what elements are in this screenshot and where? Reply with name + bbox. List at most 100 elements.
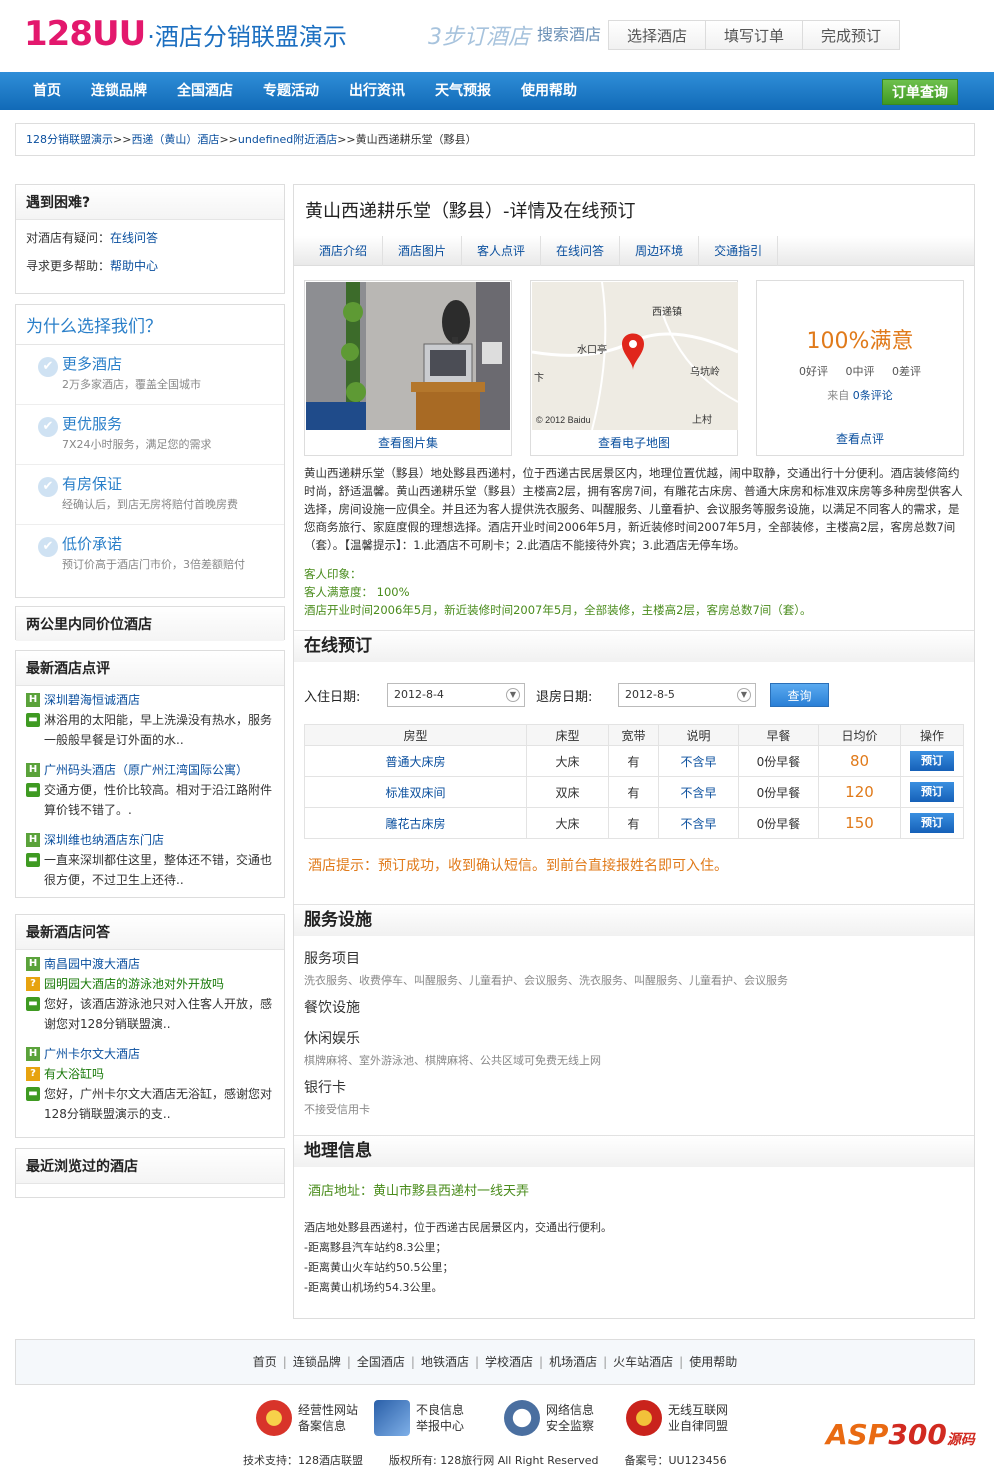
geo-line: -距离黄山机场约54.3公里。: [304, 1281, 443, 1294]
qa-hotel-link[interactable]: 广州卡尔文大酒店: [44, 1047, 140, 1061]
tab-intro[interactable]: 酒店介绍: [304, 236, 384, 266]
site-logo[interactable]: 128UU ·酒店分销联盟演示: [24, 14, 347, 54]
tab-surroundings[interactable]: 周边环境: [620, 236, 700, 266]
qa-hotel[interactable]: H 广州卡尔文大酒店: [16, 1044, 284, 1064]
why-item-title: 有房保证: [62, 475, 123, 493]
check-icon: ✔: [38, 417, 58, 437]
review-text: 一般般早餐是订外面的水..: [44, 733, 184, 747]
tab-transport[interactable]: 交通指引: [699, 236, 779, 266]
qa-box: 最新酒店问答 H 南昌园中渡大酒店 ? 园明园大酒店的游泳池对外开放吗 ▬ 您好，该酒…: [15, 914, 285, 1138]
faq-link[interactable]: 在线问答: [110, 231, 158, 245]
book-button[interactable]: 预订: [910, 813, 954, 833]
badge-report[interactable]: 不良信息 举报中心: [374, 1396, 464, 1440]
watermark-text: ASP: [826, 1418, 889, 1451]
badge-text: 无线互联网: [668, 1403, 729, 1417]
nav-weather[interactable]: 天气预报: [435, 72, 491, 110]
hotel-photo[interactable]: [306, 282, 510, 430]
breadcrumb-link-home[interactable]: 128分销联盟演示: [26, 133, 113, 146]
tab-qa[interactable]: 在线问答: [541, 236, 621, 266]
impression-label: 客人印象：: [304, 567, 362, 581]
qa-hotel-link[interactable]: 南昌园中渡大酒店: [44, 957, 140, 971]
badge-icp[interactable]: 经营性网站 备案信息: [256, 1396, 358, 1440]
from-label: 来自: [827, 389, 850, 402]
footer-link[interactable]: 机场酒店: [549, 1355, 597, 1369]
qa-answer-text: 您好，广州卡尔文大酒店无浴缸，感谢您对: [44, 1087, 273, 1101]
review-hotel[interactable]: H 深圳维也纳酒店东门店: [16, 830, 284, 850]
qa-hotel[interactable]: H 南昌园中渡大酒店: [16, 954, 284, 974]
check-icon: ✔: [38, 357, 58, 377]
review-hotel-link[interactable]: 广州码头酒店（原广州江湾国际公寓）: [44, 763, 248, 777]
main-nav: 首页 连锁品牌 全国酒店 专题活动 出行资讯 天气预报 使用帮助: [0, 72, 994, 110]
booking-tip: 酒店提示：预订成功，收到确认短信。到前台直接报姓名即可入住。: [308, 858, 728, 874]
nav-brands[interactable]: 连锁品牌: [91, 72, 147, 110]
qa-question[interactable]: ? 有大浴缸吗: [16, 1064, 284, 1084]
review-count-link[interactable]: 0条评论: [853, 389, 893, 402]
nav-help[interactable]: 使用帮助: [521, 72, 577, 110]
order-query-button[interactable]: 订单查询: [882, 79, 958, 105]
view-reviews-link[interactable]: 查看点评: [757, 430, 963, 447]
room-note-link[interactable]: 不含早: [680, 817, 716, 831]
copyright-line: 技术支持：128酒店联盟 版权所有: 128旅行网 All Right Reser…: [243, 1452, 753, 1468]
help-label: 对酒店有疑问：: [26, 231, 111, 245]
footer-link[interactable]: 连锁品牌: [293, 1355, 341, 1369]
photo-gallery-link[interactable]: 查看图片集: [305, 434, 511, 451]
why-title: 为什么选择我们？: [16, 305, 284, 345]
map-label: 西递镇: [652, 305, 682, 318]
help-center-link[interactable]: 帮助中心: [110, 259, 158, 273]
map-thumbnail[interactable]: 西递镇 水口亭 乌坑岭 上村 © 2012 Baidu 卞: [532, 282, 738, 430]
chevron-down-icon[interactable]: ▼: [506, 688, 520, 702]
comment-icon: ▬: [26, 783, 40, 797]
breadcrumb-link-nearby[interactable]: undefined附近酒店: [238, 133, 337, 146]
review-text: 很方便，不过卫生上还待..: [44, 873, 184, 887]
qa-question[interactable]: ? 园明园大酒店的游泳池对外开放吗: [16, 974, 284, 994]
review-hotel[interactable]: H 深圳碧海恒诚酒店: [16, 690, 284, 710]
bed-type: 大床: [526, 807, 609, 839]
security-badge-icon: [504, 1400, 540, 1436]
review-comment: ▬ 淋浴用的太阳能，早上洗澡没有热水，服务 一般般早餐是订外面的水..: [16, 710, 284, 750]
room-note-link[interactable]: 不含早: [680, 786, 716, 800]
nav-home[interactable]: 首页: [33, 72, 61, 110]
review-hotel-link[interactable]: 深圳维也纳酒店东门店: [44, 833, 164, 847]
checkout-date-input[interactable]: 2012-8-5 ▼: [618, 683, 756, 707]
room-note-link[interactable]: 不含早: [680, 755, 716, 769]
room-type-link[interactable]: 雕花古床房: [385, 817, 445, 831]
badge-security[interactable]: 网络信息 安全监察: [504, 1396, 594, 1440]
nav-hotels[interactable]: 全国酒店: [177, 72, 233, 110]
badge-text: 安全监察: [546, 1419, 595, 1433]
service-value: 不接受信用卡: [304, 1103, 370, 1116]
footer-link[interactable]: 全国酒店: [357, 1355, 405, 1369]
chevron-down-icon[interactable]: ▼: [737, 688, 751, 702]
footer-link[interactable]: 使用帮助: [689, 1355, 737, 1369]
service-head: 银行卡: [304, 1080, 346, 1096]
record-number: 备案号：UU123456: [624, 1454, 727, 1467]
logo-number: 128UU: [24, 14, 146, 54]
footer-link[interactable]: 地铁酒店: [421, 1355, 469, 1369]
book-button[interactable]: 预订: [910, 751, 954, 771]
why-item-desc: 经确认后，到店无房将赔付首晚房费: [62, 498, 238, 511]
review-hotel[interactable]: H 广州码头酒店（原广州江湾国际公寓）: [16, 760, 284, 780]
tab-reviews[interactable]: 客人点评: [462, 236, 542, 266]
nav-events[interactable]: 专题活动: [263, 72, 319, 110]
nav-travel-news[interactable]: 出行资讯: [349, 72, 405, 110]
footer-link[interactable]: 火车站酒店: [613, 1355, 673, 1369]
map-link[interactable]: 查看电子地图: [531, 434, 737, 451]
step-finish: 完成预订: [802, 20, 901, 50]
map-panel[interactable]: 西递镇 水口亭 乌坑岭 上村 © 2012 Baidu 卞 查看电子地图: [530, 280, 738, 456]
room-type-link[interactable]: 普通大床房: [385, 755, 445, 769]
query-button[interactable]: 查询: [770, 683, 829, 707]
breadcrumb-link-city[interactable]: 西递（黄山）酒店: [131, 133, 219, 146]
badge-wireless[interactable]: 无线互联网 业自律同盟: [626, 1396, 728, 1440]
site-header: 128UU ·酒店分销联盟演示 3步订酒店 搜索酒店 选择酒店 填写订单 完成预…: [0, 0, 994, 72]
room-table: 房型 床型 宽带 说明 早餐 日均价 操作 普通大床房 大床 有 不含早 0份早…: [304, 724, 964, 839]
photo-panel[interactable]: 查看图片集: [304, 280, 512, 456]
step-select: 选择酒店: [608, 20, 707, 50]
book-button[interactable]: 预订: [910, 782, 954, 802]
breadcrumb: 128分销联盟演示>>西递（黄山）酒店>>undefined附近酒店>>黄山西递…: [15, 123, 975, 156]
checkin-date-input[interactable]: 2012-8-4 ▼: [387, 683, 525, 707]
footer-link[interactable]: 学校酒店: [485, 1355, 533, 1369]
tab-photos[interactable]: 酒店图片: [383, 236, 463, 266]
broadband: 有: [608, 776, 659, 808]
room-type-link[interactable]: 标准双床间: [385, 786, 445, 800]
review-hotel-link[interactable]: 深圳碧海恒诚酒店: [44, 693, 140, 707]
footer-link[interactable]: 首页: [253, 1355, 277, 1369]
